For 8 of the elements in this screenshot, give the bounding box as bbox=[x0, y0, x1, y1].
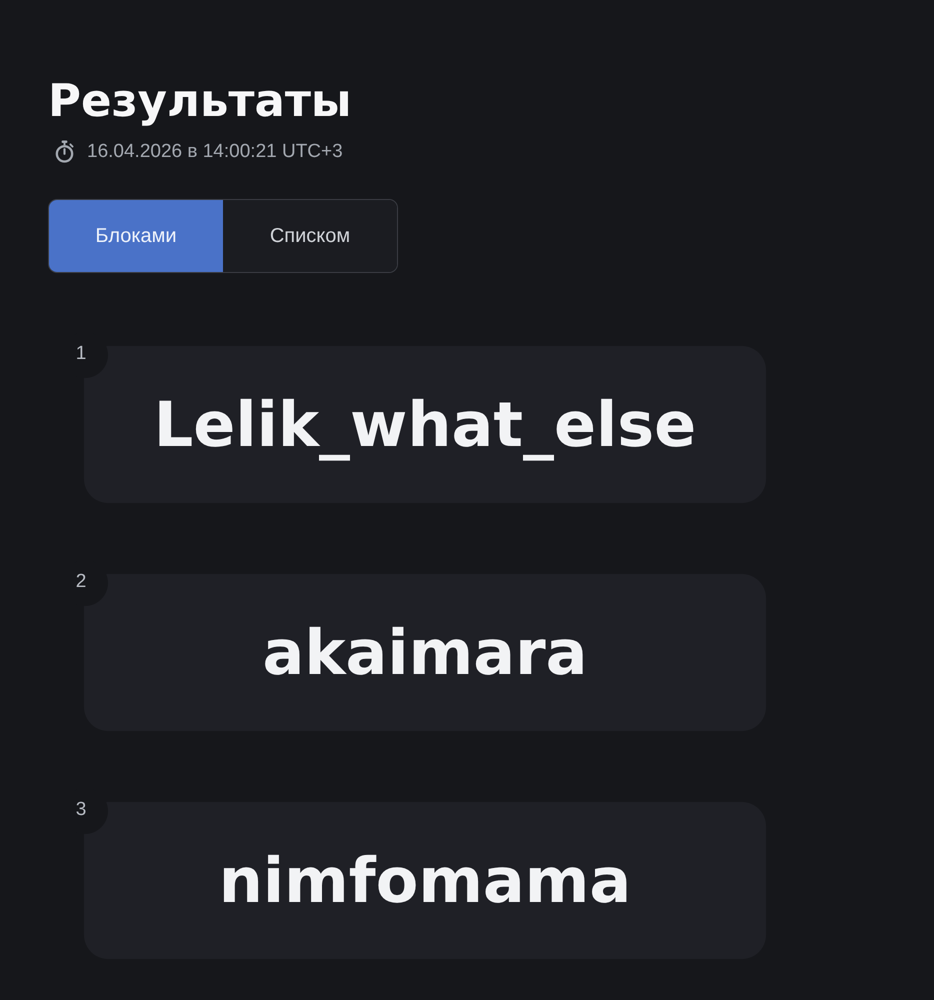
result-timestamp: 16.04.2026 в 14:00:21 UTC+3 bbox=[87, 140, 343, 162]
player-name: nimfomama bbox=[218, 844, 632, 917]
player-name: akaimara bbox=[262, 616, 588, 689]
player-name: Lelik_what_else bbox=[154, 388, 696, 461]
page-title: Результаты bbox=[48, 73, 352, 129]
view-tab[interactable]: Блоками bbox=[49, 200, 223, 272]
view-tab[interactable]: Списком bbox=[223, 200, 397, 272]
stopwatch-icon bbox=[54, 140, 75, 163]
